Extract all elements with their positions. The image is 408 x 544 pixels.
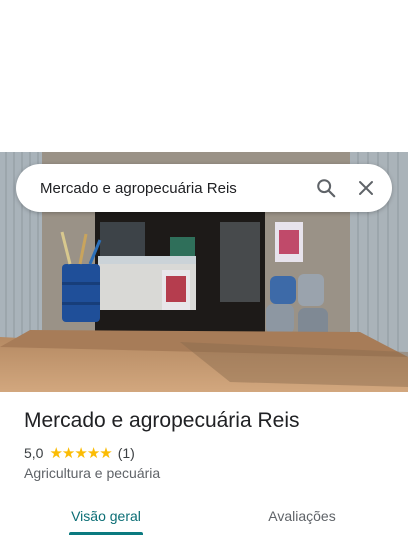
star-icon: ★ — [61, 444, 75, 462]
place-title: Mercado e agropecuária Reis — [24, 409, 300, 432]
tab-reviews[interactable]: Avaliações — [260, 496, 344, 536]
rating-row[interactable]: 5,0 ★ ★ ★ ★ ★ (1) — [24, 444, 135, 462]
search-bar[interactable]: Mercado e agropecuária Reis — [16, 164, 392, 212]
star-icon: ★ — [86, 444, 100, 462]
star-icon: ★ — [49, 444, 62, 462]
tab-bar: Visão geral Avaliações — [0, 496, 408, 536]
search-input[interactable]: Mercado e agropecuária Reis — [16, 180, 306, 197]
search-icon — [317, 179, 336, 198]
tab-indicator — [69, 532, 143, 535]
star-icon: ★ — [74, 444, 87, 462]
close-icon — [359, 181, 373, 195]
rating-value: 5,0 — [24, 445, 44, 461]
place-category: Agricultura e pecuária — [24, 465, 161, 481]
close-button[interactable] — [346, 168, 386, 208]
search-button[interactable] — [306, 168, 346, 208]
star-rating: ★ ★ ★ ★ ★ — [49, 444, 112, 462]
star-icon: ★ — [99, 444, 112, 462]
review-count[interactable]: (1) — [118, 445, 135, 461]
tab-overview[interactable]: Visão geral — [68, 496, 144, 536]
